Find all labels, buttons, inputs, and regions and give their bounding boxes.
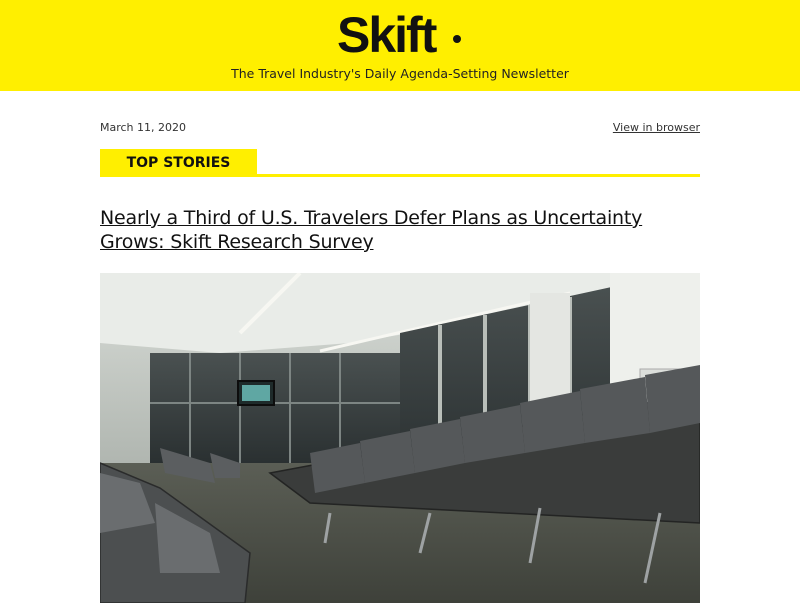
section-label: TOP STORIES [100,149,257,177]
logo-dot [453,35,461,43]
story-hero-image[interactable] [100,273,700,603]
airport-gate-illustration [100,273,700,603]
story-headline-link[interactable]: Nearly a Third of U.S. Travelers Defer P… [100,206,700,254]
meta-row: March 11, 2020 View in browser [100,91,700,149]
newsletter-body: March 11, 2020 View in browser TOP STORI… [100,91,700,603]
skift-logo[interactable]: Skift [0,6,800,62]
tagline: The Travel Industry's Daily Agenda-Setti… [231,66,569,81]
skift-logo-mark: Skift [337,7,461,62]
section-header: TOP STORIES [100,149,700,177]
masthead: Skift The Travel Industry's Daily Agenda… [0,0,800,91]
issue-date: March 11, 2020 [100,121,187,134]
logo-wordmark: Skift [337,7,438,62]
view-in-browser-link[interactable]: View in browser [613,121,700,134]
